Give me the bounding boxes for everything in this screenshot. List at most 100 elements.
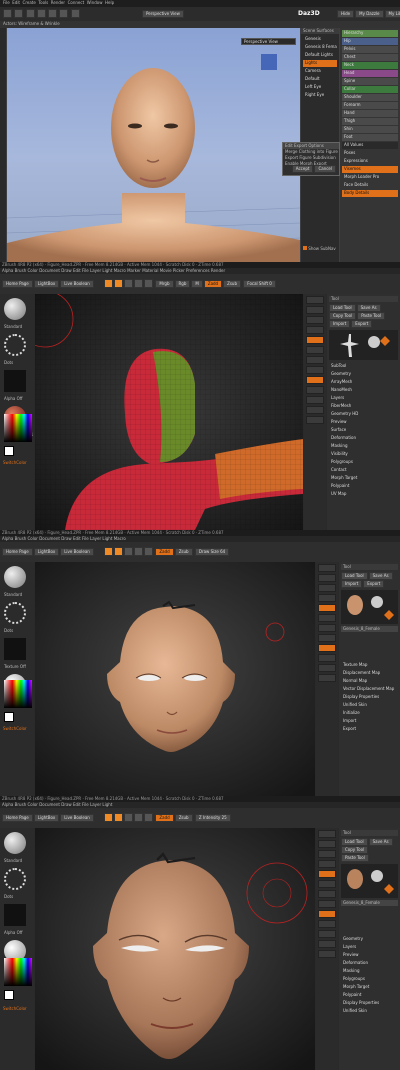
zbrush-canvas[interactable] — [35, 562, 315, 796]
actual-button[interactable] — [318, 604, 336, 612]
lightbox-tab[interactable]: LightBox — [33, 813, 60, 822]
morph-group[interactable]: Face Details — [342, 182, 398, 189]
dots-stroke-icon[interactable] — [4, 602, 26, 624]
alpha-off-icon[interactable] — [4, 370, 26, 392]
load-tool-button[interactable]: Load Tool — [329, 304, 356, 312]
zoom-button[interactable] — [318, 860, 336, 868]
standard-brush-icon[interactable] — [4, 298, 26, 320]
frame-button[interactable] — [318, 920, 336, 928]
morph-group[interactable]: Visemes — [342, 166, 398, 173]
alpha-off-icon[interactable] — [4, 904, 26, 926]
palette-item[interactable]: SubTool — [329, 363, 398, 370]
menu-item[interactable]: Macro — [114, 268, 126, 273]
param-row[interactable]: Chest — [342, 54, 398, 61]
menu-tools[interactable]: Tools — [38, 0, 48, 5]
tab-surfaces[interactable]: Surfaces — [316, 28, 333, 33]
menu-item[interactable]: Color — [27, 802, 37, 807]
move-mode-icon[interactable] — [124, 547, 134, 556]
menu-help[interactable]: Help — [105, 0, 114, 5]
palette-item[interactable]: Deformation — [329, 435, 398, 442]
show-subnav-checkbox[interactable] — [303, 246, 307, 250]
node-tool-icon[interactable] — [48, 9, 58, 18]
tab-my-dazzle[interactable]: My Dazzle — [355, 10, 384, 18]
menu-item[interactable]: Marker — [127, 268, 141, 273]
move-button[interactable] — [318, 930, 336, 938]
subtool-name[interactable]: Genesis_8_Female — [341, 626, 398, 632]
menu-item[interactable]: Alpha — [2, 536, 13, 541]
palette-item[interactable]: Geometry — [329, 371, 398, 378]
scene-item[interactable]: Default — [303, 76, 337, 83]
viewport-3d[interactable]: Perspective View — [7, 28, 300, 262]
aahalf-button[interactable] — [306, 346, 324, 354]
zoom-button[interactable] — [318, 594, 336, 602]
palette-item[interactable]: UV Map — [329, 491, 398, 498]
param-row[interactable]: Neck — [342, 62, 398, 69]
actual-button[interactable] — [318, 870, 336, 878]
aahalf-button[interactable] — [318, 880, 336, 888]
standard-brush-icon[interactable] — [4, 832, 26, 854]
load-tool-button[interactable]: Load Tool — [341, 572, 368, 580]
left-tab-strip[interactable] — [0, 28, 6, 262]
move-mode-icon[interactable] — [124, 279, 134, 288]
menu-item[interactable]: Color — [27, 268, 37, 273]
palette-item[interactable]: Visibility — [329, 451, 398, 458]
spix-button[interactable] — [318, 574, 336, 582]
menu-item[interactable]: Preferences — [186, 268, 210, 273]
scene-item[interactable]: Camera — [303, 68, 337, 75]
palette-item[interactable]: Texture Map — [341, 662, 398, 669]
move-button[interactable] — [318, 664, 336, 672]
param-row[interactable]: Hip — [342, 38, 398, 45]
color-picker[interactable] — [4, 958, 32, 986]
main-color-swatch[interactable] — [4, 446, 14, 456]
param-row[interactable]: Hierarchy — [342, 30, 398, 37]
rotate-mode-icon[interactable] — [144, 813, 154, 822]
palette-item[interactable]: Deformation — [341, 960, 398, 967]
scroll-button[interactable] — [306, 316, 324, 324]
copy-tool-button[interactable]: Copy Tool — [341, 846, 369, 854]
floor-button[interactable] — [306, 366, 324, 374]
live-boolean-tab[interactable]: Live Boolean — [60, 813, 94, 822]
menu-item[interactable]: Draw — [61, 802, 71, 807]
rotate-mode-icon[interactable] — [144, 547, 154, 556]
morph-group[interactable]: Expressions — [342, 158, 398, 165]
menu-item[interactable]: File — [82, 802, 89, 807]
spix-button[interactable] — [306, 306, 324, 314]
param-row[interactable]: Spine — [342, 78, 398, 85]
edit-mode-icon[interactable] — [104, 547, 114, 556]
palette-item[interactable]: Initialize — [341, 710, 398, 717]
viewport-select[interactable]: Perspective View — [141, 9, 184, 18]
palette-item[interactable]: Polygroups — [341, 976, 398, 983]
view-cube-icon[interactable] — [261, 54, 277, 70]
menu-item[interactable]: Light — [102, 268, 112, 273]
morph-group[interactable]: Poses — [342, 150, 398, 157]
menu-item[interactable]: Edit — [73, 268, 81, 273]
zsub-toggle[interactable]: Zsub — [174, 547, 193, 556]
main-color-swatch[interactable] — [4, 990, 14, 1000]
zbrush-canvas[interactable] — [35, 828, 315, 1070]
menu-item[interactable]: File — [82, 268, 89, 273]
switchcolor-button[interactable]: SwitchColor — [3, 460, 27, 466]
menu-item[interactable]: Layer — [90, 268, 101, 273]
menu-item[interactable]: Light — [102, 536, 112, 541]
menu-item[interactable]: Material — [142, 268, 158, 273]
zadd-toggle[interactable]: Zadd — [155, 813, 174, 822]
param-row[interactable]: Collar — [342, 86, 398, 93]
accept-button[interactable]: Accept — [291, 165, 314, 173]
subtool-name[interactable]: Genesis_8_Female — [341, 900, 398, 906]
load-tool-button[interactable]: Load Tool — [341, 838, 368, 846]
palette-item[interactable]: Masking — [329, 443, 398, 450]
copy-tool-button[interactable]: Copy Tool — [329, 312, 357, 320]
palette-item[interactable]: Unified Skin — [341, 1008, 398, 1015]
menu-item[interactable]: File — [82, 536, 89, 541]
menu-item[interactable]: Document — [39, 268, 60, 273]
import-button[interactable]: Import — [341, 580, 363, 588]
floor-button[interactable] — [318, 634, 336, 642]
draw-mode-icon[interactable] — [114, 547, 124, 556]
palette-item[interactable]: Morph Target — [341, 984, 398, 991]
menu-item[interactable]: Document — [39, 536, 60, 541]
zadd-toggle[interactable]: Zadd — [203, 279, 223, 288]
menu-item[interactable]: Layer — [90, 536, 101, 541]
switchcolor-button[interactable]: SwitchColor — [3, 1006, 27, 1012]
tab-my-library[interactable]: My Library — [384, 10, 400, 18]
scroll-button[interactable] — [318, 850, 336, 858]
